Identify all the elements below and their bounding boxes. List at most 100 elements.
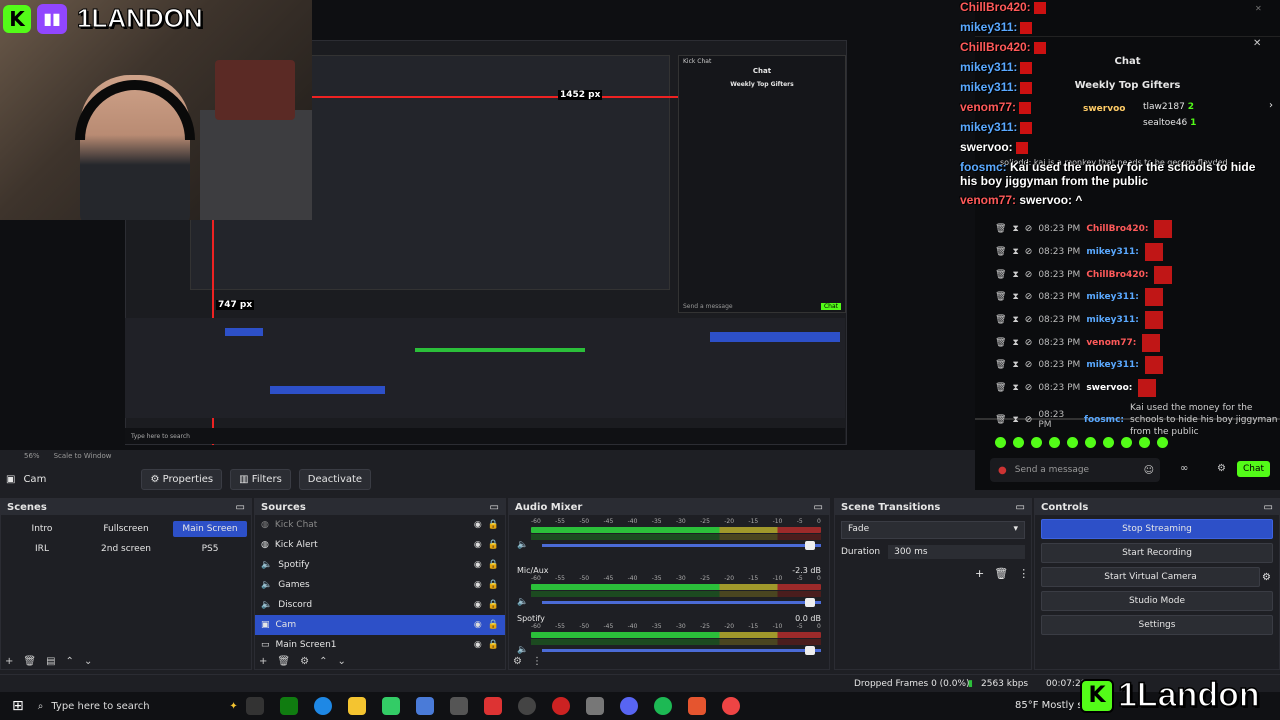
gear-icon[interactable]: ⚙ — [1262, 572, 1271, 583]
deactivate-button[interactable]: Deactivate — [298, 468, 372, 490]
ban-icon[interactable]: ⊘ — [1025, 247, 1033, 257]
emote-icon[interactable] — [1085, 437, 1096, 448]
trash-icon[interactable]: 🗑 — [994, 567, 1008, 580]
store-icon[interactable] — [381, 697, 400, 715]
emote-icon[interactable] — [1157, 437, 1168, 448]
settings-app-icon[interactable] — [449, 697, 468, 715]
timeout-icon[interactable]: ⧗ — [1012, 247, 1018, 257]
eye-icon[interactable]: ◉ — [474, 640, 482, 650]
ban-icon[interactable]: ⊘ — [1025, 315, 1033, 325]
eye-icon[interactable]: ◉ — [474, 620, 482, 630]
ban-icon[interactable]: ⊘ — [1025, 415, 1033, 425]
dock-menu-icon[interactable]: ▭ — [236, 502, 245, 513]
ban-icon[interactable]: ⊘ — [1025, 338, 1033, 348]
filter-icon[interactable]: ▤ — [46, 656, 55, 667]
trash-icon[interactable]: 🗑 — [277, 656, 290, 667]
emote-icon[interactable] — [1103, 437, 1114, 448]
trash-icon[interactable]: 🗑 — [995, 292, 1006, 302]
trash-icon[interactable]: 🗑 — [995, 315, 1006, 325]
emote-icon[interactable] — [1121, 437, 1132, 448]
emote-icon[interactable] — [1013, 437, 1024, 448]
stop-streaming-button[interactable]: Stop Streaming — [1041, 519, 1273, 539]
chevron-right-icon[interactable]: › — [1269, 100, 1273, 111]
ban-icon[interactable]: ⊘ — [1025, 224, 1033, 234]
close-icon[interactable]: ✕ — [1253, 38, 1261, 49]
add-icon[interactable]: + — [5, 656, 13, 667]
trash-icon[interactable]: 🗑 — [995, 360, 1006, 370]
ban-icon[interactable]: ⊘ — [1025, 292, 1033, 302]
window-close-icon[interactable]: ✕ — [1255, 4, 1262, 13]
speaker-icon[interactable]: 🔈 — [517, 540, 528, 550]
windows-start-icon[interactable]: ⊞ — [12, 698, 24, 714]
timeout-icon[interactable]: ⧗ — [1012, 315, 1018, 325]
scene-item[interactable]: 2nd screen — [89, 541, 163, 557]
up-icon[interactable]: ⌃ — [66, 656, 74, 667]
lock-icon[interactable]: 🔒 — [488, 560, 499, 570]
lock-icon[interactable]: 🔒 — [488, 620, 499, 630]
eye-icon[interactable]: ◉ — [474, 560, 482, 570]
timeout-icon[interactable]: ⧗ — [1012, 383, 1018, 393]
file-explorer-icon[interactable] — [347, 697, 366, 715]
scene-item[interactable]: Intro — [5, 521, 79, 537]
lock-icon[interactable]: 🔒 — [488, 520, 499, 530]
source-item[interactable]: ▣ Cam ◉ 🔒 — [255, 615, 505, 635]
source-item[interactable]: ▭ Main Screen1 ◉ 🔒 — [255, 635, 505, 655]
speaker-icon[interactable]: 🔈 — [517, 597, 528, 607]
eye-icon[interactable]: ◉ — [474, 580, 482, 590]
source-item[interactable]: 🔈 Discord ◉ 🔒 — [255, 595, 505, 615]
lock-icon[interactable]: 🔒 — [488, 540, 499, 550]
dock-menu-icon[interactable]: ▭ — [1016, 502, 1025, 513]
ban-icon[interactable]: ⊘ — [1025, 360, 1033, 370]
source-item[interactable]: ◍ Kick Chat ◉ 🔒 — [255, 515, 505, 535]
obs-icon[interactable] — [517, 697, 536, 715]
scene-item[interactable]: IRL — [5, 541, 79, 557]
spotify-icon[interactable] — [653, 697, 672, 715]
add-icon[interactable]: + — [975, 567, 984, 580]
duration-input[interactable]: 300 ms — [888, 545, 1025, 559]
trash-icon[interactable]: 🗑 — [995, 415, 1006, 425]
chrome-icon[interactable] — [721, 697, 740, 715]
zoom-level[interactable]: 56% — [24, 452, 40, 464]
up-icon[interactable]: ⌃ — [319, 656, 327, 667]
down-icon[interactable]: ⌄ — [84, 656, 92, 667]
lock-icon[interactable]: 🔒 — [488, 580, 499, 590]
discord-icon[interactable] — [619, 697, 638, 715]
emote-icon[interactable] — [1049, 437, 1060, 448]
start-virtual-camera-button[interactable]: Start Virtual Camera — [1041, 567, 1261, 587]
taskbar-search[interactable]: ⌕ Type here to search ✦ — [38, 701, 238, 712]
calculator-icon[interactable] — [415, 697, 434, 715]
timeout-icon[interactable]: ⧗ — [1012, 224, 1018, 234]
scene-item[interactable]: Fullscreen — [89, 521, 163, 537]
eye-icon[interactable]: ◉ — [474, 540, 482, 550]
source-item[interactable]: 🔈 Spotify ◉ 🔒 — [255, 555, 505, 575]
dock-menu-icon[interactable]: ▭ — [1264, 502, 1273, 513]
down-icon[interactable]: ⌄ — [337, 656, 345, 667]
timeout-icon[interactable]: ⧗ — [1012, 415, 1018, 425]
transition-select[interactable]: Fade ▾ — [841, 521, 1025, 539]
lock-icon[interactable]: 🔒 — [488, 600, 499, 610]
eye-icon[interactable]: ◉ — [474, 600, 482, 610]
ban-icon[interactable]: ⊘ — [1025, 270, 1033, 280]
add-icon[interactable]: + — [259, 656, 267, 667]
app-icon[interactable] — [483, 697, 502, 715]
edge-icon[interactable] — [313, 697, 332, 715]
trash-icon[interactable]: 🗑 — [23, 656, 36, 667]
trash-icon[interactable]: 🗑 — [995, 247, 1006, 257]
emote-icon[interactable] — [1031, 437, 1042, 448]
task-view-icon[interactable] — [245, 697, 264, 715]
trash-icon[interactable]: 🗑 — [995, 383, 1006, 393]
trash-icon[interactable]: 🗑 — [995, 270, 1006, 280]
app-icon[interactable] — [551, 697, 570, 715]
emote-icon[interactable] — [1139, 437, 1150, 448]
gear-icon[interactable]: ⚙ — [513, 656, 522, 667]
gear-icon[interactable]: ⚙ — [1217, 463, 1226, 474]
start-recording-button[interactable]: Start Recording — [1041, 543, 1273, 563]
filters-button[interactable]: ▥ Filters — [230, 468, 291, 490]
timeout-icon[interactable]: ⧗ — [1012, 292, 1018, 302]
volume-slider[interactable] — [542, 540, 821, 550]
timeout-icon[interactable]: ⧗ — [1012, 360, 1018, 370]
scene-item[interactable]: PS5 — [173, 541, 247, 557]
more-icon[interactable]: ⋮ — [1018, 567, 1029, 580]
source-item[interactable]: ◍ Kick Alert ◉ 🔒 — [255, 535, 505, 555]
chat-input[interactable]: ● Send a message ☺ — [990, 458, 1160, 482]
